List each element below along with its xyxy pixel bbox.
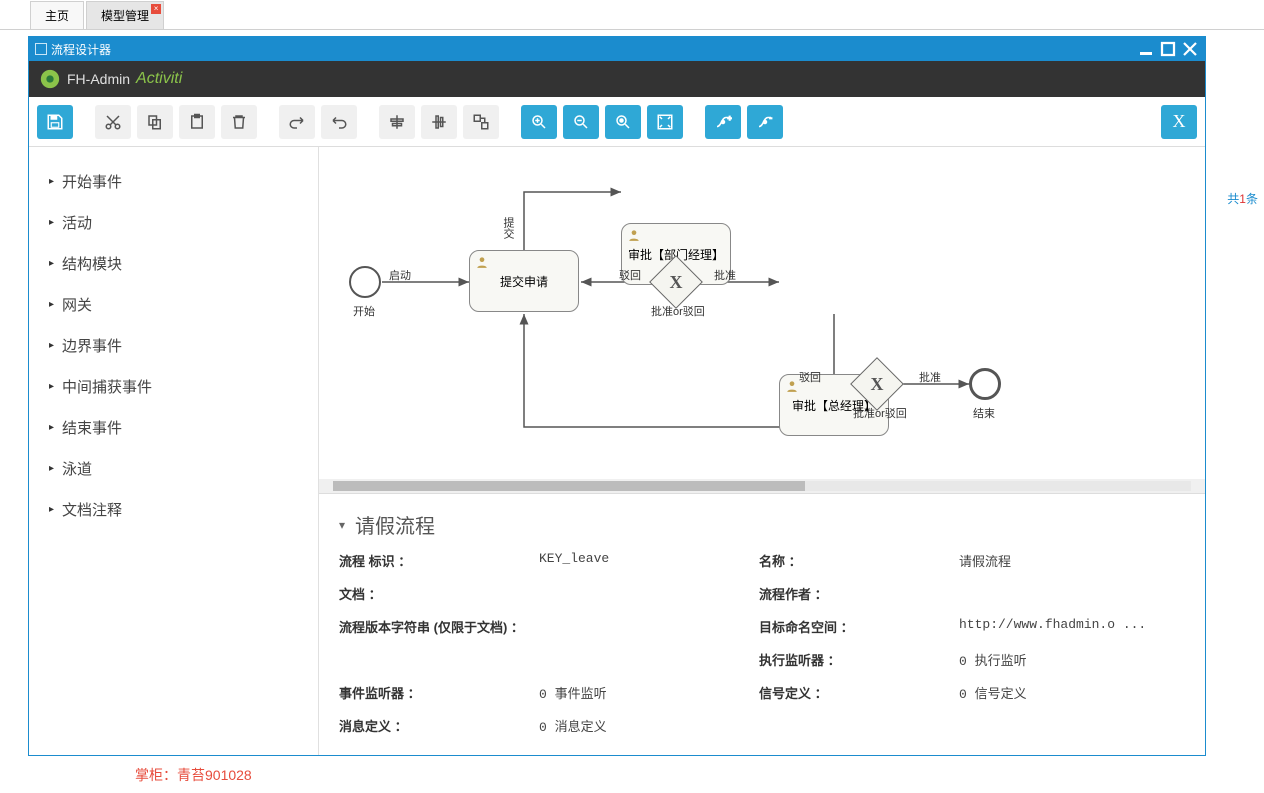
- prop-label: 事件监听器 ：: [339, 683, 539, 702]
- palette-structural[interactable]: 结构模块: [49, 243, 298, 284]
- palette-start-events[interactable]: 开始事件: [49, 161, 298, 202]
- prop-label: 流程 标识 ：: [339, 551, 539, 570]
- watermark: 掌柜：青苔901028: [135, 765, 252, 785]
- task-submit[interactable]: 提交申请: [469, 250, 579, 312]
- copy-button[interactable]: [137, 105, 173, 139]
- close-designer-button[interactable]: X: [1161, 105, 1197, 139]
- prop-label: 消息定义 ：: [339, 716, 539, 735]
- paste-button[interactable]: [179, 105, 215, 139]
- prop-value[interactable]: KEY_leave: [539, 551, 759, 570]
- canvas-hscroll[interactable]: [319, 479, 1205, 493]
- end-event[interactable]: [969, 368, 1001, 400]
- align-v-button[interactable]: [421, 105, 457, 139]
- workspace: 开始事件 活动 结构模块 网关 边界事件 中间捕获事件 结束事件 泳道 文档注释: [29, 147, 1205, 755]
- prop-label: 目标命名空间 ：: [759, 617, 959, 636]
- prop-label: 执行监听器 ：: [759, 650, 959, 669]
- logo-icon: [39, 68, 61, 90]
- palette-annotations[interactable]: 文档注释: [49, 489, 298, 530]
- prop-label: 信号定义 ：: [759, 683, 959, 702]
- prop-value[interactable]: [539, 617, 759, 636]
- edges-layer: [319, 147, 1205, 479]
- window-title: 流程设计器: [51, 41, 111, 58]
- undo-button[interactable]: [321, 105, 357, 139]
- zoom-out-button[interactable]: [563, 105, 599, 139]
- brand-bar: FH-Admin Activiti: [29, 61, 1205, 97]
- prop-label: 流程版本字符串 (仅限于文档) ：: [339, 617, 539, 636]
- zoom-reset-button[interactable]: [605, 105, 641, 139]
- brand-product: Activiti: [136, 70, 182, 88]
- edge-label: 提交: [500, 217, 516, 239]
- prop-label: 名称 ：: [759, 551, 959, 570]
- prop-value[interactable]: 0 执行监听: [959, 650, 1179, 669]
- same-size-button[interactable]: [463, 105, 499, 139]
- edge-label: 批准: [919, 369, 941, 385]
- svg-text:-: -: [770, 113, 773, 122]
- properties-panel: 请假流程 流程 标识 ： KEY_leave 名称 ： 请假流程 文档 ： 流程…: [319, 493, 1205, 755]
- canvas-area: 开始 启动 提交申请 提交 审批【部门经理】 X 批准or驳回 驳回 批准: [319, 147, 1205, 755]
- prop-label: 流程作者 ：: [759, 584, 959, 603]
- prop-value[interactable]: 0 信号定义: [959, 683, 1179, 702]
- titlebar: 流程设计器: [29, 37, 1205, 61]
- tab-model-mgmt[interactable]: 模型管理 ×: [86, 1, 164, 29]
- prop-value[interactable]: http://www.fhadmin.o ...: [959, 617, 1179, 636]
- record-count: 共1条: [1227, 190, 1258, 207]
- designer-window: 流程设计器 FH-Admin Activiti + - X: [28, 36, 1206, 756]
- edge-label: 驳回: [799, 369, 821, 385]
- user-icon: [627, 228, 641, 242]
- zoom-fit-button[interactable]: [647, 105, 683, 139]
- svg-text:+: +: [728, 113, 733, 122]
- palette-intermediate-catch[interactable]: 中间捕获事件: [49, 366, 298, 407]
- zoom-in-button[interactable]: [521, 105, 557, 139]
- delete-button[interactable]: [221, 105, 257, 139]
- user-icon: [475, 255, 489, 269]
- redo-button[interactable]: [279, 105, 315, 139]
- window-icon: [35, 43, 47, 55]
- properties-title[interactable]: 请假流程: [339, 504, 1185, 551]
- tab-label: 主页: [45, 9, 69, 23]
- canvas[interactable]: 开始 启动 提交申请 提交 审批【部门经理】 X 批准or驳回 驳回 批准: [319, 147, 1205, 479]
- add-bendpoint-button[interactable]: +: [705, 105, 741, 139]
- cut-button[interactable]: [95, 105, 131, 139]
- palette-boundary-events[interactable]: 边界事件: [49, 325, 298, 366]
- gateway-label: 批准or驳回: [651, 303, 705, 319]
- close-icon[interactable]: ×: [151, 4, 161, 14]
- close-button[interactable]: [1181, 42, 1199, 56]
- palette: 开始事件 活动 结构模块 网关 边界事件 中间捕获事件 结束事件 泳道 文档注释: [29, 147, 319, 755]
- prop-value[interactable]: [539, 584, 759, 603]
- start-event[interactable]: [349, 266, 381, 298]
- prop-value[interactable]: 0 事件监听: [539, 683, 759, 702]
- brand-text: FH-Admin: [67, 71, 130, 87]
- palette-swimlanes[interactable]: 泳道: [49, 448, 298, 489]
- tab-home[interactable]: 主页: [30, 1, 84, 29]
- palette-gateways[interactable]: 网关: [49, 284, 298, 325]
- edge-label: 启动: [389, 267, 411, 283]
- tab-label: 模型管理: [101, 9, 149, 23]
- toolbar: + - X: [29, 97, 1205, 147]
- prop-value[interactable]: [959, 584, 1179, 603]
- minimize-button[interactable]: [1137, 42, 1155, 56]
- prop-label: 文档 ：: [339, 584, 539, 603]
- gateway-label: 批准or驳回: [853, 405, 907, 421]
- align-h-button[interactable]: [379, 105, 415, 139]
- palette-activities[interactable]: 活动: [49, 202, 298, 243]
- page-tabs: 主页 模型管理 ×: [0, 0, 1264, 30]
- prop-value[interactable]: 请假流程: [959, 551, 1179, 570]
- edge-label: 驳回: [619, 267, 641, 283]
- properties-grid: 流程 标识 ： KEY_leave 名称 ： 请假流程 文档 ： 流程作者 ： …: [339, 551, 1185, 735]
- palette-end-events[interactable]: 结束事件: [49, 407, 298, 448]
- remove-bendpoint-button[interactable]: -: [747, 105, 783, 139]
- maximize-button[interactable]: [1159, 42, 1177, 56]
- end-label: 结束: [973, 405, 995, 421]
- start-label: 开始: [353, 303, 375, 319]
- save-button[interactable]: [37, 105, 73, 139]
- prop-value[interactable]: 0 消息定义: [539, 716, 759, 735]
- user-icon: [785, 379, 799, 393]
- edge-label: 批准: [714, 267, 736, 283]
